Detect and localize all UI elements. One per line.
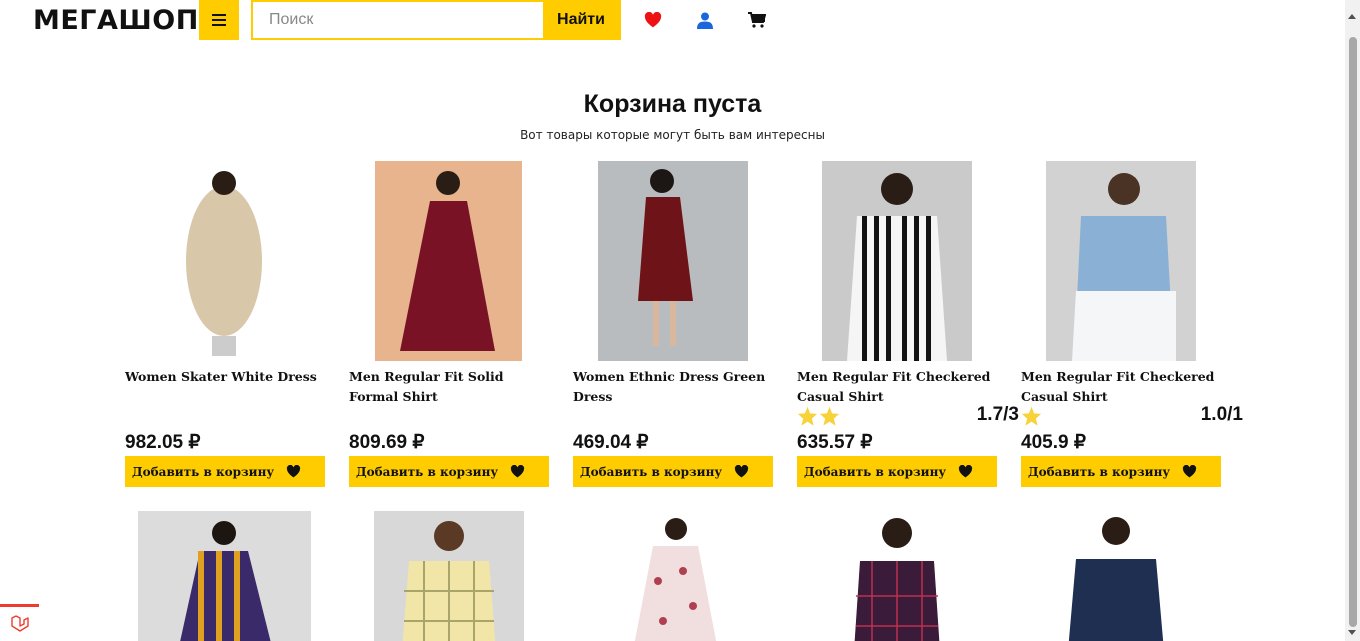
product-price: 635.57 ₽ xyxy=(797,432,873,453)
product-image[interactable] xyxy=(598,511,748,641)
heart-icon[interactable] xyxy=(734,465,749,478)
heart-icon[interactable] xyxy=(958,465,973,478)
scroll-thumb[interactable] xyxy=(1349,37,1357,627)
cart-icon xyxy=(748,12,766,28)
product-photo xyxy=(402,521,496,641)
rating-value: 1.0/1 xyxy=(1200,404,1243,425)
scroll-down-arrow[interactable] xyxy=(1348,630,1356,635)
star-icon xyxy=(819,406,840,426)
page-scrollbar[interactable] xyxy=(1345,0,1360,641)
search-form: Найти xyxy=(251,0,621,40)
product-card[interactable]: Men Regular Fit Checkered Casual Shirt 1.… xyxy=(1021,161,1243,491)
add-to-cart-button[interactable]: Добавить в корзину xyxy=(1021,456,1221,487)
laravel-icon xyxy=(10,615,29,632)
product-image[interactable] xyxy=(182,161,267,361)
add-to-cart-label: Добавить в корзину xyxy=(804,464,947,479)
product-price: 469.04 ₽ xyxy=(573,432,649,453)
header: МЕГАШОП Найти xyxy=(0,0,1345,44)
add-to-cart-button[interactable]: Добавить в корзину xyxy=(573,456,773,487)
user-icon xyxy=(697,12,713,29)
product-photo xyxy=(634,518,717,641)
favorites-link[interactable] xyxy=(643,10,663,30)
product-photo xyxy=(375,161,522,361)
product-image[interactable] xyxy=(822,511,972,641)
add-to-cart-label: Добавить в корзину xyxy=(1028,464,1171,479)
product-card[interactable]: Women Skater White Dress 982.05 ₽ Добавит… xyxy=(125,161,325,491)
add-to-cart-label: Добавить в корзину xyxy=(132,464,275,479)
search-input[interactable] xyxy=(253,2,543,38)
star-icon xyxy=(797,406,818,426)
product-card[interactable]: Women Ethnic Dress Green Dress 469.04 ₽ Д… xyxy=(573,161,773,491)
product-image[interactable] xyxy=(1046,161,1196,361)
product-name[interactable]: Women Ethnic Dress Green Dress xyxy=(573,367,769,407)
debug-badge[interactable] xyxy=(0,604,39,641)
product-photo xyxy=(1068,517,1164,641)
heart-icon[interactable] xyxy=(286,465,301,478)
product-image[interactable] xyxy=(598,161,748,361)
product-name[interactable]: Women Skater White Dress xyxy=(125,367,321,387)
add-to-cart-label: Добавить в корзину xyxy=(356,464,499,479)
add-to-cart-button[interactable]: Добавить в корзину xyxy=(125,456,325,487)
product-image[interactable] xyxy=(138,511,311,641)
heart-icon[interactable] xyxy=(1182,465,1197,478)
add-to-cart-button[interactable]: Добавить в корзину xyxy=(349,456,549,487)
product-image[interactable] xyxy=(375,161,522,361)
product-price: 982.05 ₽ xyxy=(125,432,201,453)
cart-empty-subtitle: Вот товары которые могут быть вам интере… xyxy=(520,128,825,142)
cart-link[interactable] xyxy=(747,10,767,30)
rating-value: 1.7/3 xyxy=(976,404,1019,425)
product-photo xyxy=(1046,161,1196,361)
product-image[interactable] xyxy=(822,161,972,361)
add-to-cart-button[interactable]: Добавить в корзину xyxy=(797,456,997,487)
scroll-up-arrow[interactable] xyxy=(1348,14,1356,19)
heart-icon xyxy=(644,12,662,28)
product-image[interactable] xyxy=(374,511,524,641)
product-card[interactable]: Men Regular Fit Checkered Casual Shirt 1.… xyxy=(797,161,1019,491)
search-button[interactable]: Найти xyxy=(543,2,619,38)
product-price: 809.69 ₽ xyxy=(349,432,425,453)
product-photo xyxy=(822,161,972,361)
product-image[interactable] xyxy=(1046,511,1196,641)
star-icon xyxy=(1021,406,1042,426)
rating-stars xyxy=(797,406,840,426)
add-to-cart-label: Добавить в корзину xyxy=(580,464,723,479)
account-link[interactable] xyxy=(695,10,715,30)
menu-icon xyxy=(212,14,226,26)
rating-stars xyxy=(1021,406,1042,426)
product-card[interactable]: Men Regular Fit Solid Formal Shirt 809.69… xyxy=(349,161,549,491)
product-photo xyxy=(186,171,262,356)
product-photo xyxy=(598,161,748,361)
menu-button[interactable] xyxy=(199,0,239,40)
product-name[interactable]: Men Regular Fit Checkered Casual Shirt xyxy=(1021,367,1217,407)
product-photo xyxy=(854,518,940,641)
heart-icon[interactable] xyxy=(510,465,525,478)
product-name[interactable]: Men Regular Fit Checkered Casual Shirt xyxy=(797,367,993,407)
cart-empty-title: Корзина пуста xyxy=(583,90,762,118)
product-photo xyxy=(180,521,271,641)
product-name[interactable]: Men Regular Fit Solid Formal Shirt xyxy=(349,367,545,407)
site-logo[interactable]: МЕГАШОП xyxy=(33,5,199,36)
product-price: 405.9 ₽ xyxy=(1021,432,1086,453)
